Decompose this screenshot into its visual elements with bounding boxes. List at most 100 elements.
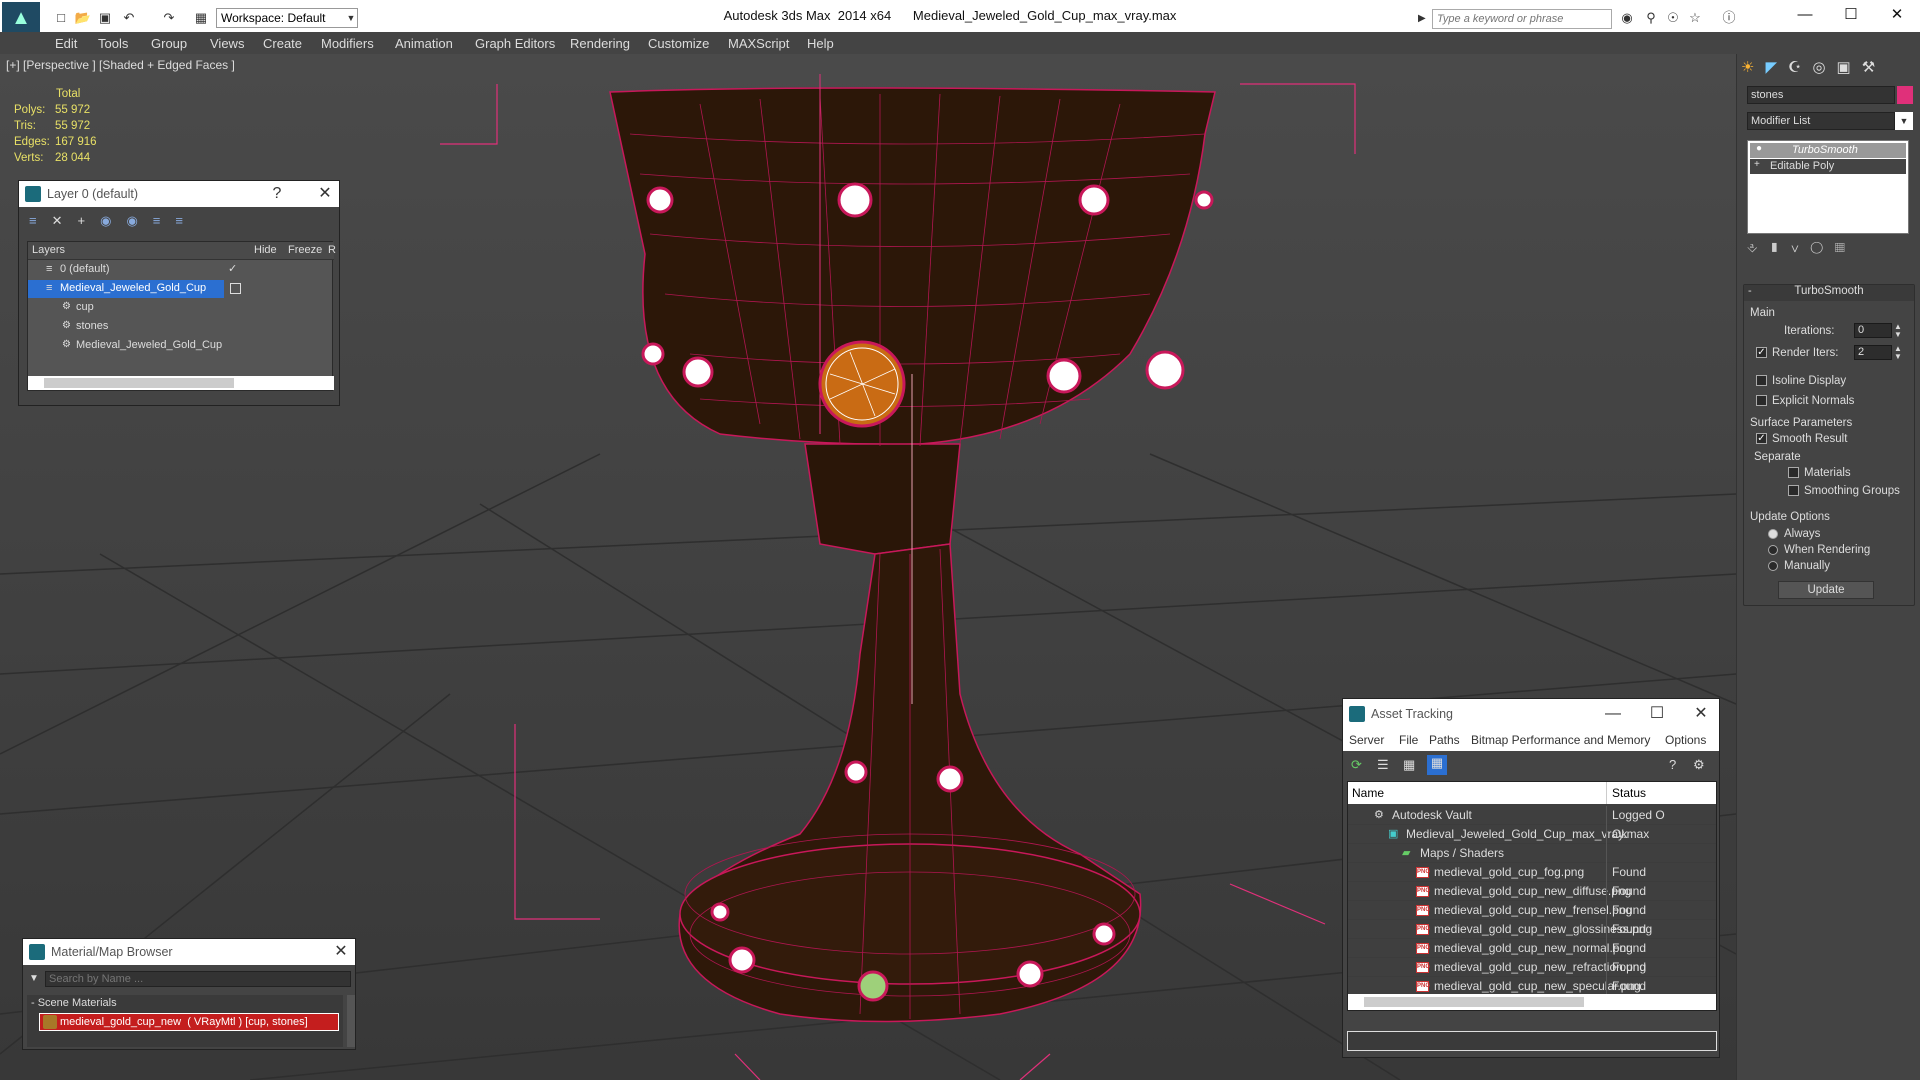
object-color-swatch[interactable] (1897, 86, 1913, 104)
col-layers[interactable]: Layers (32, 244, 65, 256)
scene-materials-header[interactable]: - Scene Materials (31, 997, 117, 1009)
collapse-icon[interactable]: - (1748, 285, 1752, 297)
chevron-down-icon[interactable]: ▼ (1895, 112, 1913, 130)
smooth-result-checkbox[interactable]: ✓ (1756, 433, 1767, 444)
horizontal-scrollbar[interactable] (28, 376, 334, 390)
iterations-spinner[interactable]: 0 (1854, 323, 1892, 338)
stack-item-turbosmooth[interactable]: ● TurboSmooth (1750, 143, 1906, 158)
table-row[interactable]: ⚙ Autodesk Vault Logged O (1348, 806, 1716, 825)
pin-stack-icon[interactable]: ⎀ (1747, 240, 1769, 255)
menu-group[interactable]: Group (151, 35, 187, 53)
configure-sets-icon[interactable]: ▦ (1835, 240, 1857, 255)
layer-row[interactable]: ⚙ Medieval_Jeweled_Gold_Cup (28, 337, 334, 355)
menu-bitmap-performance[interactable]: Bitmap Performance and Memory (1471, 733, 1650, 747)
always-radio[interactable] (1768, 529, 1778, 539)
close-icon[interactable]: ✕ (1691, 699, 1711, 729)
manually-radio[interactable] (1768, 561, 1778, 571)
table-row[interactable]: PNG medieval_gold_cup_new_diffuse.png Foun… (1348, 882, 1716, 901)
spinner-arrows-icon[interactable]: ▲ ▼ (1894, 345, 1902, 361)
asset-path-field[interactable] (1347, 1031, 1717, 1051)
star-icon[interactable]: ☆ (1686, 9, 1704, 27)
menu-customize[interactable]: Customize (648, 35, 709, 53)
remove-modifier-icon[interactable]: ◯ (1811, 240, 1835, 255)
help-icon[interactable]: ⓘ (1720, 9, 1738, 27)
maximize-button[interactable]: ☐ (1828, 0, 1874, 32)
settings-icon[interactable]: ⚙ (1693, 757, 1705, 773)
table-row[interactable]: PNG medieval_gold_cup_new_glossiness.png F… (1348, 920, 1716, 939)
menu-server[interactable]: Server (1349, 733, 1384, 747)
modifier-list-dropdown[interactable]: Modifier List (1747, 112, 1895, 130)
layer-row[interactable]: ⚙ cup (28, 299, 334, 317)
menu-edit[interactable]: Edit (55, 35, 77, 53)
help-button[interactable]: ? (267, 181, 287, 207)
isoline-checkbox[interactable] (1756, 375, 1767, 386)
menu-graph-editors[interactable]: Graph Editors (475, 35, 555, 53)
menu-modifiers[interactable]: Modifiers (321, 35, 374, 53)
layers-icon[interactable]: ≡ (29, 213, 52, 228)
viewport-label[interactable]: [+] [Perspective ] [Shaded + Edged Faces… (6, 58, 235, 72)
binoculars-icon[interactable]: ◉ (1618, 9, 1636, 27)
scrollbar-thumb[interactable] (1364, 997, 1584, 1007)
list-view-icon[interactable]: ☰ (1377, 757, 1389, 773)
table-view-icon[interactable]: ▦ (1403, 757, 1415, 773)
layer-row[interactable]: ≡ 0 (default) ✓ (28, 261, 334, 279)
new-file-icon[interactable]: □ (52, 9, 70, 27)
maximize-icon[interactable]: ☐ (1647, 699, 1667, 729)
close-button[interactable]: ✕ (1874, 0, 1920, 32)
lightbulb-icon[interactable]: ● (1756, 143, 1762, 154)
update-button[interactable]: Update (1778, 581, 1874, 599)
minimize-button[interactable]: — (1782, 0, 1828, 32)
hide-all-icon[interactable]: ≡ (153, 213, 176, 228)
smoothing-groups-checkbox[interactable] (1788, 485, 1799, 496)
col-status[interactable]: Status (1612, 786, 1646, 800)
menu-rendering[interactable]: Rendering (570, 35, 630, 53)
menu-views[interactable]: Views (210, 35, 244, 53)
freeze-all-icon[interactable]: ≡ (175, 213, 198, 228)
when-rendering-radio[interactable] (1768, 545, 1778, 555)
show-end-result-icon[interactable]: ▮ (1769, 240, 1791, 255)
close-icon[interactable]: ✕ (315, 181, 335, 207)
open-file-icon[interactable]: 📂 (74, 9, 92, 27)
materials-checkbox[interactable] (1788, 467, 1799, 478)
table-row[interactable]: ▰ Maps / Shaders (1348, 844, 1716, 863)
project-folder-icon[interactable]: ▦ (192, 9, 210, 27)
help-icon[interactable]: ? (1669, 757, 1676, 772)
table-row[interactable]: PNG medieval_gold_cup_new_refraction.png F… (1348, 958, 1716, 977)
layer-row[interactable]: ≡ Medieval_Jeweled_Gold_Cup (28, 280, 224, 298)
signin-icon[interactable]: ☉ (1664, 9, 1682, 27)
chevron-down-icon[interactable]: ▼ (344, 8, 358, 28)
col-hide[interactable]: Hide (254, 244, 277, 256)
checkmark-icon[interactable]: ✓ (228, 262, 237, 275)
delete-icon[interactable]: ✕ (52, 213, 78, 228)
menu-file[interactable]: File (1399, 733, 1418, 747)
horizontal-scrollbar[interactable] (1348, 994, 1716, 1010)
add-icon[interactable]: + (78, 213, 101, 228)
material-search-input[interactable] (45, 971, 351, 987)
redo-icon[interactable]: ↷ (160, 9, 178, 27)
motion-tab-icon[interactable]: ◎ (1812, 59, 1836, 76)
column-divider[interactable] (1606, 782, 1607, 804)
rollout-title[interactable]: TurboSmooth (1744, 285, 1914, 301)
vertical-scrollbar[interactable] (347, 995, 355, 1047)
expand-icon[interactable]: + (1754, 159, 1760, 170)
layer-row[interactable]: ⚙ stones (28, 318, 334, 336)
create-tab-icon[interactable]: ☀ (1741, 59, 1765, 76)
explicit-normals-checkbox[interactable] (1756, 395, 1767, 406)
make-unique-icon[interactable]: ∨ (1791, 240, 1810, 255)
modify-tab-icon[interactable]: ◤ (1765, 59, 1788, 76)
hierarchy-tab-icon[interactable]: ☪ (1788, 59, 1812, 76)
search-input[interactable] (1432, 9, 1612, 29)
refresh-icon[interactable]: ⟳ (1351, 757, 1362, 773)
highlight-icon[interactable]: ◉ (126, 213, 152, 228)
chevron-down-icon[interactable]: ▼ (29, 973, 39, 984)
minimize-icon[interactable]: — (1603, 699, 1623, 729)
close-icon[interactable]: ✕ (331, 939, 351, 965)
menu-animation[interactable]: Animation (395, 35, 453, 53)
stack-item-editable-poly[interactable]: + Editable Poly (1750, 159, 1906, 174)
col-r[interactable]: R (328, 244, 336, 256)
undo-icon[interactable]: ↶ (120, 9, 138, 27)
menu-maxscript[interactable]: MAXScript (728, 35, 789, 53)
chevron-right-icon[interactable]: ▶ (1418, 9, 1430, 29)
table-row[interactable]: PNG medieval_gold_cup_new_normal.png Found (1348, 939, 1716, 958)
object-name-field[interactable] (1747, 86, 1895, 104)
